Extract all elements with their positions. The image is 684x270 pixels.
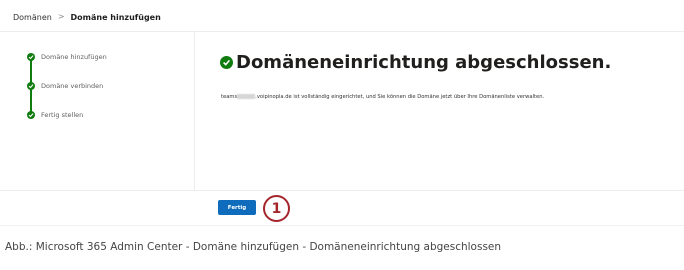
step-finish[interactable]: Fertig stellen <box>27 110 83 120</box>
page-title-text: Domäneneinrichtung abgeschlossen. <box>236 52 612 73</box>
screenshot-frame: Domänen > Domäne hinzufügen Domäne hinzu… <box>0 0 684 226</box>
step-label: Domäne verbinden <box>41 82 104 90</box>
breadcrumb-link-domains[interactable]: Domänen <box>13 13 52 22</box>
page-title: Domäneneinrichtung abgeschlossen. <box>220 52 611 73</box>
checkmark-circle-icon <box>220 56 233 69</box>
domain-prefix: teams <box>221 94 238 100</box>
completion-message: teams .voipinopla.de ist vollständig eing… <box>221 94 544 100</box>
message-text: .voipinopla.de ist vollständig eingerich… <box>255 94 545 100</box>
chevron-right-icon: > <box>57 12 65 21</box>
checkmark-circle-icon <box>27 53 35 61</box>
breadcrumb-current: Domäne hinzufügen <box>70 12 161 22</box>
wizard-stepper: Domäne hinzufügen Domäne verbinden Ferti… <box>27 51 187 131</box>
redacted-text <box>237 94 256 99</box>
finish-button[interactable]: Fertig <box>218 200 256 215</box>
breadcrumb: Domänen > Domäne hinzufügen <box>13 11 161 23</box>
checkmark-circle-icon <box>27 82 35 90</box>
step-connect-domain[interactable]: Domäne verbinden <box>27 81 103 91</box>
footer-divider <box>0 190 684 191</box>
figure-caption: Abb.: Microsoft 365 Admin Center - Domän… <box>5 241 502 253</box>
stepper-divider <box>194 32 195 190</box>
step-add-domain[interactable]: Domäne hinzufügen <box>27 52 107 62</box>
step-label: Fertig stellen <box>41 111 84 119</box>
header-divider <box>0 31 684 32</box>
checkmark-circle-icon <box>27 111 35 119</box>
callout-marker: 1 <box>263 195 290 222</box>
step-label: Domäne hinzufügen <box>41 53 107 61</box>
